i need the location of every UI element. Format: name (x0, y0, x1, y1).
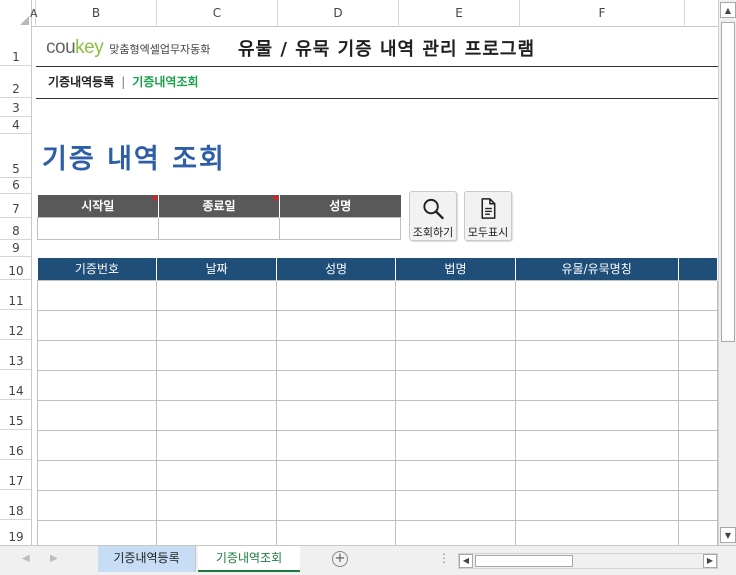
donation-results-table: 기증번호 날짜 성명 법명 유물/유묵명칭 (36, 258, 718, 545)
table-row (36, 309, 718, 341)
table-row (36, 489, 718, 521)
vertical-scrollbar[interactable]: ▲ ▼ (718, 0, 736, 545)
horizontal-scrollbar[interactable]: ◀ ▶ (458, 553, 718, 569)
row-header[interactable]: 11 (0, 280, 31, 310)
comment-indicator[interactable] (272, 196, 278, 202)
select-all-corner[interactable] (0, 0, 32, 27)
row-header[interactable]: 16 (0, 430, 31, 460)
nav-link-register[interactable]: 기증내역등록 (48, 73, 114, 90)
search-header-end-date: 종료일 (158, 195, 280, 217)
column-header-f[interactable]: F (520, 0, 685, 27)
search-button-label: 조회하기 (412, 226, 454, 239)
magnifier-icon (423, 198, 444, 220)
search-header-name: 성명 (279, 195, 401, 217)
row-header[interactable]: 18 (0, 490, 31, 520)
header-divider-top (36, 66, 718, 67)
row-header[interactable]: 13 (0, 340, 31, 370)
search-criteria-table: 시작일 종료일 성명 (37, 195, 401, 240)
sheet-tab-search[interactable]: 기증내역조회 (198, 546, 300, 572)
show-all-button[interactable]: 모두표시 (464, 191, 512, 241)
row-header[interactable]: 19 (0, 520, 31, 545)
scroll-left-arrow-icon[interactable]: ◀ (459, 554, 473, 568)
end-date-input[interactable] (158, 216, 280, 240)
column-header-b[interactable]: B (36, 0, 157, 27)
search-header-start-date: 시작일 (37, 195, 159, 217)
add-sheet-icon[interactable]: + (332, 551, 348, 567)
column-header-bar: B C D E F (0, 0, 718, 27)
column-a-label: A (30, 7, 38, 20)
table-row (36, 339, 718, 371)
nav-link-search[interactable]: 기증내역조회 (132, 73, 198, 90)
row-header[interactable]: 8 (0, 218, 31, 240)
row-header[interactable]: 1 (0, 27, 31, 66)
column-donation-number: 기증번호 (37, 258, 158, 280)
row-header[interactable]: 10 (0, 257, 31, 280)
logo-text-key: key (75, 37, 104, 58)
sheet-grid[interactable]: cou key 맞춤형엑셀업무자동화 유물 / 유묵 기증 내역 관리 프로그램 … (32, 27, 718, 545)
vertical-scroll-thumb[interactable] (721, 22, 735, 342)
scroll-up-arrow-icon[interactable]: ▲ (720, 2, 736, 18)
logo-subtitle: 맞춤형엑셀업무자동화 (109, 43, 211, 56)
horizontal-scroll-thumb[interactable] (475, 555, 573, 567)
column-header-e[interactable]: E (399, 0, 520, 27)
search-button[interactable]: 조회하기 (409, 191, 457, 241)
row-header[interactable]: 3 (0, 98, 31, 117)
show-all-button-label: 모두표시 (467, 226, 509, 239)
name-input[interactable] (279, 216, 401, 240)
document-icon (481, 198, 496, 219)
row-header[interactable]: 6 (0, 178, 31, 194)
column-artifact-name: 유물/유묵명칭 (515, 258, 679, 280)
sheet-tab-register[interactable]: 기증내역등록 (98, 546, 196, 572)
table-row (36, 429, 718, 461)
table-row (36, 279, 718, 311)
row-header[interactable]: 5 (0, 134, 31, 178)
scroll-right-arrow-icon[interactable]: ▶ (703, 554, 717, 568)
table-row (36, 369, 718, 401)
table-row (36, 459, 718, 491)
row-header[interactable]: 14 (0, 370, 31, 400)
column-name: 성명 (276, 258, 397, 280)
column-header-g[interactable] (685, 0, 718, 27)
splitter-handle-icon[interactable]: ⋮ (438, 551, 450, 565)
table-row (36, 399, 718, 431)
nav-links: 기증내역등록 | 기증내역조회 (48, 73, 199, 90)
row-header[interactable]: 15 (0, 400, 31, 430)
row-header[interactable]: 12 (0, 310, 31, 340)
row-header[interactable]: 17 (0, 460, 31, 490)
coukey-logo: cou key 맞춤형엑셀업무자동화 (46, 37, 210, 61)
row-header[interactable]: 9 (0, 240, 31, 257)
scroll-down-arrow-icon[interactable]: ▼ (720, 527, 736, 543)
comment-indicator[interactable] (151, 196, 157, 202)
logo-text-cou: cou (46, 37, 76, 58)
program-title: 유물 / 유묵 기증 내역 관리 프로그램 (238, 39, 536, 60)
table-row (36, 519, 718, 545)
column-date: 날짜 (156, 258, 277, 280)
column-header-c[interactable]: C (157, 0, 278, 27)
start-date-input[interactable] (37, 216, 159, 240)
sheet-tabs-bar: ◀ ▶ 기증내역등록 기증내역조회 + ⋮ ◀ ▶ (0, 545, 736, 575)
row-header[interactable]: 4 (0, 117, 31, 134)
row-header-bar: 1 2 3 4 5 6 7 8 9 10 11 12 13 14 15 16 1… (0, 27, 32, 545)
column-header-d[interactable]: D (278, 0, 399, 27)
row-header[interactable]: 2 (0, 66, 31, 98)
tab-scroll-left-icon[interactable]: ◀ (22, 553, 30, 564)
page-title: 기증 내역 조회 (42, 144, 226, 175)
row-header[interactable]: 7 (0, 194, 31, 218)
column-extra (678, 258, 718, 280)
nav-separator: | (121, 74, 126, 89)
header-divider-bottom (36, 98, 718, 99)
column-dharma-name: 법명 (395, 258, 516, 280)
tab-scroll-right-icon[interactable]: ▶ (50, 553, 58, 564)
